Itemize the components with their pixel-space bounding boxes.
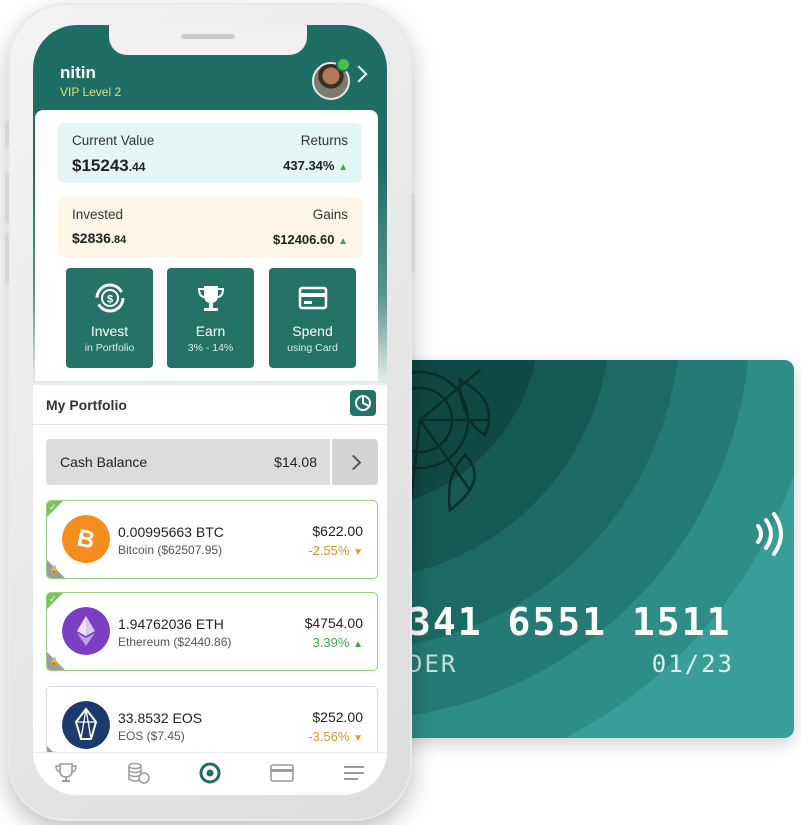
invested-label: Invested (72, 207, 124, 222)
returns-label: Returns (300, 133, 348, 148)
credit-card-icon (298, 286, 328, 310)
online-status-dot (336, 57, 351, 72)
gains-value: $12406.60 ▲ (273, 232, 348, 247)
coin-amount: 33.8532 EOS (118, 710, 203, 726)
power-button (411, 193, 415, 273)
spend-button[interactable]: Spend using Card (269, 268, 356, 368)
earn-title: Earn (195, 323, 226, 339)
credit-card: 341 6551 1511 DER 01/23 (390, 360, 794, 738)
portfolio-title: My Portfolio (46, 397, 127, 413)
coin-change: 3.39% ▲ (312, 635, 363, 650)
current-value-label: Current Value (72, 133, 155, 148)
cash-balance-row[interactable]: Cash Balance $14.08 (46, 439, 330, 485)
tab-coins-icon[interactable] (125, 761, 151, 785)
up-arrow-icon: ▲ (353, 639, 363, 650)
phone-frame: nitin VIP Level 2 Current Value Returns … (5, 3, 415, 821)
coin-value: $622.00 (312, 523, 363, 539)
dollar-cycle-icon: $ (95, 283, 125, 313)
cash-balance-label: Cash Balance (60, 454, 148, 470)
current-value: $15243.44 (72, 156, 146, 175)
earn-button[interactable]: Earn 3% - 14% (167, 268, 254, 368)
ethereum-icon (62, 607, 110, 655)
cash-balance-value: $14.08 (274, 454, 317, 470)
volume-up-button (5, 173, 9, 223)
coin-name: EOS ($7.45) (118, 729, 185, 743)
spend-title: Spend (292, 323, 333, 339)
invested-box: Invested Gains $2836.84 $12406.60 ▲ (58, 197, 362, 257)
coin-change: -2.55% ▼ (308, 543, 363, 558)
invest-title: Invest (90, 323, 129, 339)
coin-card-btc[interactable]: ✓ 🔒 B 0.00995663 BTC Bitcoin ($62507.95)… (46, 500, 378, 579)
app-screen: nitin VIP Level 2 Current Value Returns … (33, 25, 387, 795)
card-expiry: 01/23 (651, 650, 734, 678)
coin-name: Bitcoin ($62507.95) (118, 543, 223, 557)
invest-subtitle: in Portfolio (84, 342, 135, 354)
coin-amount: 0.00995663 BTC (118, 524, 224, 540)
lock-icon: 🔒 (47, 652, 65, 670)
invested-value: $2836.84 (72, 230, 127, 246)
volume-down-button (5, 233, 9, 283)
check-icon: ✓ (47, 593, 63, 609)
tab-card-icon[interactable] (269, 761, 295, 785)
divider (33, 381, 387, 382)
check-icon: ✓ (47, 501, 63, 517)
user-name: nitin (60, 63, 96, 82)
coin-card-eth[interactable]: ✓ 🔒 1.94762036 ETH Ethereum ($2440.86) $… (46, 592, 378, 671)
current-value-box: Current Value Returns $15243.44 437.34% … (58, 123, 362, 183)
gains-label: Gains (312, 207, 348, 222)
divider (33, 424, 387, 425)
chevron-right-icon (345, 454, 362, 471)
card-number: 341 6551 1511 (408, 600, 732, 644)
bottom-tab-bar (33, 752, 387, 795)
tab-menu-icon[interactable] (341, 761, 367, 785)
speaker (181, 34, 235, 39)
portfolio-chart-button[interactable] (350, 390, 376, 416)
trophy-icon (197, 286, 225, 311)
vip-level: VIP Level 2 (60, 85, 122, 99)
mute-switch (5, 121, 9, 147)
down-arrow-icon: ▼ (353, 547, 363, 558)
cash-balance-open-button[interactable] (332, 439, 378, 485)
eos-icon (62, 701, 110, 749)
card-artwork (390, 360, 794, 738)
up-arrow-icon: ▲ (338, 162, 348, 173)
invest-button[interactable]: $ Invest in Portfolio (66, 268, 153, 368)
coin-value: $252.00 (312, 709, 363, 725)
bitcoin-icon: B (62, 515, 110, 563)
coin-change: -3.56% ▼ (308, 729, 363, 744)
up-arrow-icon: ▲ (338, 236, 348, 247)
tab-trophy-icon[interactable] (53, 761, 79, 785)
spend-subtitle: using Card (287, 342, 338, 354)
notch (109, 25, 307, 55)
svg-text:$: $ (107, 294, 113, 306)
card-holder-name: DER (408, 650, 458, 678)
coin-value: $4754.00 (304, 615, 363, 631)
earn-subtitle: 3% - 14% (187, 342, 234, 354)
pie-chart-icon (355, 395, 371, 411)
coin-amount: 1.94762036 ETH (118, 616, 224, 632)
lock-icon: 🔒 (47, 560, 65, 578)
down-arrow-icon: ▼ (353, 733, 363, 744)
returns-value: 437.34% ▲ (283, 158, 348, 173)
tab-home-icon[interactable] (197, 761, 223, 785)
coin-name: Ethereum ($2440.86) (118, 635, 232, 649)
